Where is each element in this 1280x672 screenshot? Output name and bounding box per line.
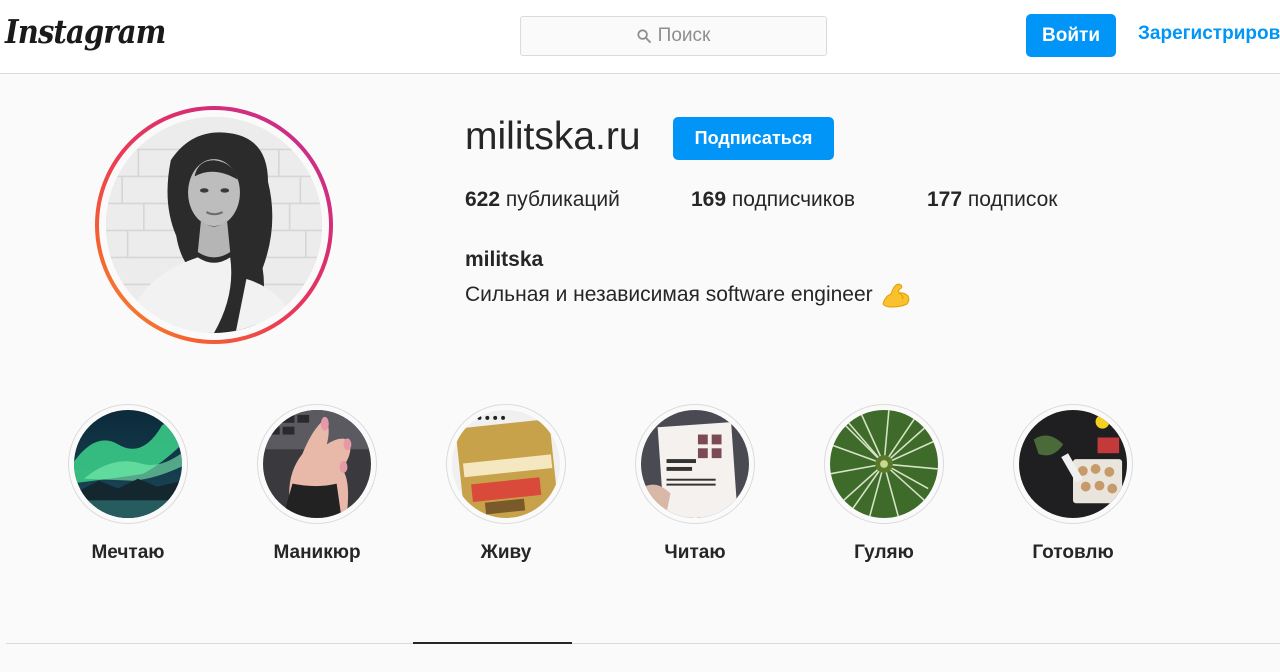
profile-full-name: militska (465, 248, 544, 271)
posts-count: 622 (465, 188, 501, 211)
highlight-label: Читаю (664, 542, 726, 563)
following-label: подписок (967, 188, 1058, 211)
top-navigation-bar: Instagram Поиск Войти Зарегистрироваться (0, 0, 1280, 74)
following-count: 177 (927, 188, 963, 211)
highlight-label: Готовлю (1032, 542, 1114, 563)
following-count-link[interactable]: 177 подписок (927, 188, 1057, 212)
search-input[interactable]: Поиск (520, 16, 827, 56)
posts-count-stat: 622 публикаций (465, 188, 620, 212)
highlight-cover-image (263, 410, 371, 518)
signup-link[interactable]: Зарегистрироваться (1138, 23, 1280, 45)
posts-label: публикаций (505, 188, 620, 211)
highlight-cover-image (452, 410, 560, 518)
magnifier-icon (637, 29, 651, 43)
tabs-divider (6, 643, 1280, 644)
profile-bio: Сильная и независимая software engineer (465, 282, 911, 308)
highlight-label: Живу (480, 542, 532, 563)
followers-count-link[interactable]: 169 подписчиков (691, 188, 855, 212)
highlight-label: Мечтаю (91, 542, 165, 563)
highlight-label: Гуляю (854, 542, 914, 563)
avatar (106, 117, 322, 333)
highlight-cover-image (830, 410, 938, 518)
flexed-biceps-icon (882, 283, 909, 308)
highlight-cover-image (1019, 410, 1127, 518)
login-button[interactable]: Войти (1026, 14, 1116, 57)
highlight-cover-image (641, 410, 749, 518)
profile-username: militska.ru (465, 115, 641, 158)
followers-label: подписчиков (731, 188, 856, 211)
followers-count: 169 (691, 188, 727, 211)
highlight-label: Маникюр (273, 542, 361, 563)
search-placeholder: Поиск (657, 25, 711, 46)
bio-text: Сильная и независимая software engineer (465, 283, 873, 306)
highlight-cover-image (74, 410, 182, 518)
profile-avatar-story-ring[interactable] (95, 106, 333, 344)
active-tab-indicator (413, 642, 572, 644)
instagram-logo[interactable]: Instagram (5, 12, 166, 51)
follow-button[interactable]: Подписаться (673, 117, 834, 160)
